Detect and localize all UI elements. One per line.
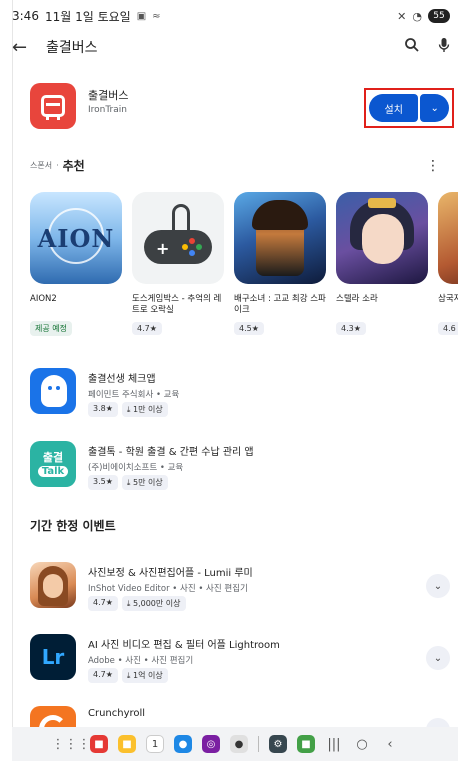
sponsored-label: 스폰서: [30, 161, 53, 170]
red-app-icon[interactable]: ■: [90, 735, 108, 753]
purple-app-icon[interactable]: ◎: [202, 735, 220, 753]
carousel-card[interactable]: 스텔라 소라 4.3★: [336, 192, 428, 335]
camera-icon[interactable]: ●: [230, 735, 248, 753]
list-item[interactable]: 사진보정 & 사진편집어플 - Lumii 루미 InShot Video Ed…: [30, 562, 450, 612]
install-button[interactable]: 설치: [369, 94, 419, 122]
stella-sora-thumbnail[interactable]: [336, 192, 428, 284]
card-name: 삼국지: [438, 294, 458, 304]
three-kingdoms-thumbnail[interactable]: [438, 192, 458, 284]
nav-divider: [258, 736, 259, 752]
app-title: 출결톡 - 학원 출결 & 간편 수납 관리 앱: [88, 447, 254, 458]
volleyball-thumbnail[interactable]: [234, 192, 326, 284]
arrow-left-icon[interactable]: ←: [12, 37, 36, 58]
event-section-heading: 기간 한정 이벤트: [30, 519, 116, 533]
app-subtitle: Adobe • 사진 • 사진 편집기: [88, 656, 194, 666]
carousel-card[interactable]: AION AION2 제공 예정: [30, 192, 122, 336]
card-rating: 4.3★: [336, 322, 366, 335]
chevron-down-icon: ⌄: [433, 652, 443, 664]
app-name: 출결버스: [88, 89, 129, 102]
gamepad-thumbnail[interactable]: +: [132, 192, 224, 284]
status-bar: 3:46 11월 1일 토요일 ▣ ≈ ✕ ◔ 55: [12, 6, 450, 26]
search-top-bar: ← 출결버스: [12, 30, 450, 64]
app-result-header[interactable]: 출결버스 IronTrain 설치 ⌄: [30, 83, 454, 131]
card-name: 도스게임박스 - 추억의 레트로 오락실: [132, 294, 222, 315]
app-title: Crunchyroll: [88, 708, 146, 719]
recommended-carousel[interactable]: AION AION2 제공 예정 + 도스게임박스 - 추억의 레트로 오락실 …: [30, 192, 458, 342]
green-app-icon[interactable]: ■: [297, 735, 315, 753]
install-highlight: 설치 ⌄: [364, 88, 454, 128]
wifi-icon: ◔: [412, 9, 422, 23]
app-drawer-icon[interactable]: ⋮⋮⋮: [52, 735, 91, 753]
lightroom-app-icon[interactable]: Lr: [30, 634, 76, 680]
separator-dot: ·: [56, 161, 59, 170]
app-subtitle: InShot Video Editor • 사진 • 사진 편집기: [88, 584, 248, 594]
downloads-chip: ⤓ 1억 이상: [121, 668, 168, 683]
yellow-app-icon[interactable]: ■: [118, 735, 136, 753]
rating-chip: 3.5★: [88, 475, 118, 490]
sponsored-section-header: 스폰서 · 추천 ⋮: [30, 157, 440, 174]
chevron-down-icon: ⌄: [433, 580, 443, 592]
battery-indicator: 55: [428, 9, 450, 23]
app-title: 출결선생 체크앱: [88, 374, 156, 385]
rating-chip: 4.7★: [88, 668, 118, 683]
card-rating: 4.6: [438, 322, 458, 335]
card-name: 배구소녀 : 고교 최강 스파이크: [234, 294, 326, 315]
app-developer[interactable]: IronTrain: [88, 105, 127, 115]
bus-app-icon[interactable]: [30, 83, 76, 129]
back-icon[interactable]: ‹: [381, 737, 399, 752]
section-heading: 추천: [62, 159, 85, 173]
microphone-icon[interactable]: [438, 37, 450, 57]
card-name: 스텔라 소라: [336, 294, 378, 304]
messages-icon[interactable]: ●: [174, 735, 192, 753]
app-subtitle: 페이민트 주식회사 • 교육: [88, 390, 180, 400]
notification-icon: ▣: [136, 10, 147, 22]
calendar-icon[interactable]: 1: [146, 735, 164, 753]
recent-apps-icon[interactable]: |||: [325, 737, 343, 752]
more-vertical-icon[interactable]: ⋮: [426, 158, 440, 174]
expand-button[interactable]: ⌄: [426, 646, 450, 670]
app-subtitle: (주)비에이치소프트 • 교육: [88, 463, 184, 473]
system-navigation-bar: ⋮⋮⋮ ■ ■ 1 ● ◎ ● ⚙ ■ ||| ○ ‹: [12, 727, 458, 761]
downloads-chip: ⤓ 1만 이상: [121, 402, 168, 417]
card-name: AION2: [30, 294, 57, 304]
carousel-card[interactable]: 삼국지 4.6: [438, 192, 458, 335]
mute-icon: ✕: [397, 9, 407, 23]
chevron-down-icon: ⌄: [430, 102, 439, 114]
home-icon[interactable]: ○: [353, 737, 371, 752]
coming-soon-badge: 제공 예정: [30, 321, 72, 336]
lumii-app-icon[interactable]: [30, 562, 76, 608]
rating-chip: 4.7★: [88, 596, 118, 611]
ghost-app-icon[interactable]: [30, 368, 76, 414]
rating-chip: 3.8★: [88, 402, 118, 417]
downloads-chip: ⤓ 5만 이상: [121, 475, 168, 490]
search-query[interactable]: 출결버스: [46, 37, 98, 57]
list-item[interactable]: Lr AI 사진 비디오 편집 & 필터 어플 Lightroom Adobe …: [30, 634, 450, 684]
status-date: 11월 1일 토요일: [44, 9, 131, 24]
card-rating: 4.7★: [132, 322, 162, 335]
carousel-card[interactable]: 배구소녀 : 고교 최강 스파이크 4.5★: [234, 192, 326, 335]
signal-wave-icon: ≈: [152, 10, 161, 22]
list-item[interactable]: 출결선생 체크앱 페이민트 주식회사 • 교육 3.8★ ⤓ 1만 이상: [30, 368, 450, 418]
install-options-button[interactable]: ⌄: [420, 94, 449, 122]
app-title: 사진보정 & 사진편집어플 - Lumii 루미: [88, 568, 253, 579]
card-rating: 4.5★: [234, 322, 264, 335]
settings-gear-icon[interactable]: ⚙: [269, 735, 287, 753]
status-time: 3:46: [12, 9, 39, 23]
search-icon[interactable]: [404, 37, 420, 57]
list-item[interactable]: 출결 Talk 출결톡 - 학원 출결 & 간편 수납 관리 앱 (주)비에이치…: [30, 441, 450, 491]
app-title: AI 사진 비디오 편집 & 필터 어플 Lightroom: [88, 640, 280, 651]
carousel-card[interactable]: + 도스게임박스 - 추억의 레트로 오락실 4.7★: [132, 192, 224, 335]
expand-button[interactable]: ⌄: [426, 574, 450, 598]
talk-app-icon[interactable]: 출결 Talk: [30, 441, 76, 487]
aion-thumbnail[interactable]: AION: [30, 192, 122, 284]
downloads-chip: ⤓ 5,000만 이상: [121, 596, 186, 611]
